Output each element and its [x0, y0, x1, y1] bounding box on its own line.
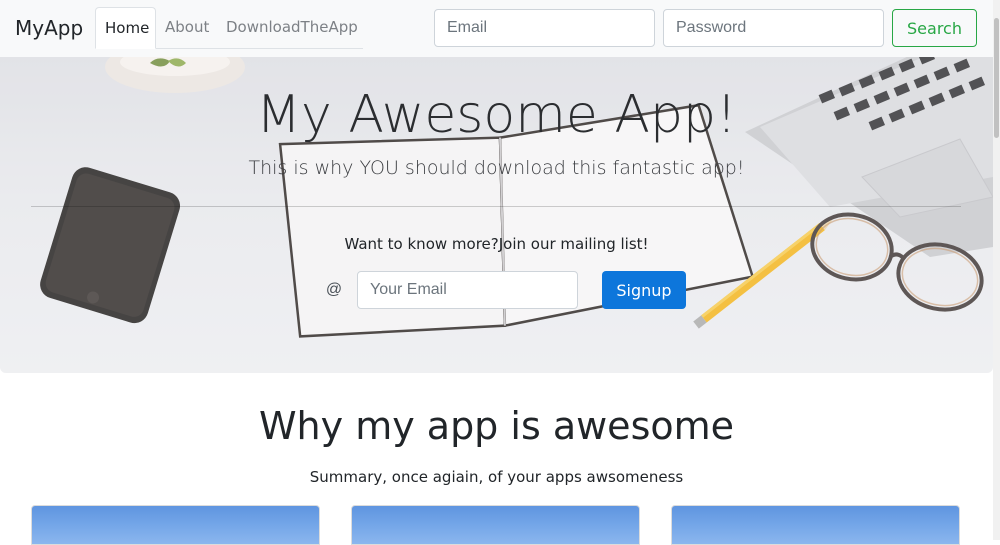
signup-button[interactable]: Signup: [602, 271, 686, 309]
features-summary: Summary, once agiain, of your apps awsom…: [309, 468, 684, 486]
page-scrollbar[interactable]: [993, 0, 1000, 540]
nav-tabs: Home About DownloadTheApp: [95, 7, 363, 49]
tab-download-the-app[interactable]: DownloadTheApp: [217, 7, 363, 48]
search-button[interactable]: Search: [892, 9, 977, 47]
feature-card-image: [31, 505, 320, 545]
features-title: Why my app is awesome: [258, 404, 735, 448]
brand-logo[interactable]: MyApp: [15, 16, 83, 40]
hero-divider: [31, 206, 961, 207]
scrollbar-thumb[interactable]: [994, 18, 999, 138]
navbar: MyApp Home About DownloadTheApp Search: [0, 0, 1000, 57]
tab-home[interactable]: Home: [95, 7, 156, 49]
password-field[interactable]: [663, 9, 884, 47]
mailing-list-text: Want to know more?Join our mailing list!: [344, 235, 649, 253]
signup-email-input[interactable]: [357, 271, 578, 309]
email-field[interactable]: [434, 9, 655, 47]
at-sign-addon: @: [325, 281, 343, 298]
hero-title: My Awesome App!: [256, 85, 737, 145]
feature-card-image: [671, 505, 960, 545]
tab-about[interactable]: About: [156, 7, 217, 48]
hero-jumbotron: My Awesome App! This is why YOU should d…: [0, 57, 993, 373]
hero-subtitle: This is why YOU should download this fan…: [248, 157, 745, 179]
feature-card-image: [351, 505, 640, 545]
